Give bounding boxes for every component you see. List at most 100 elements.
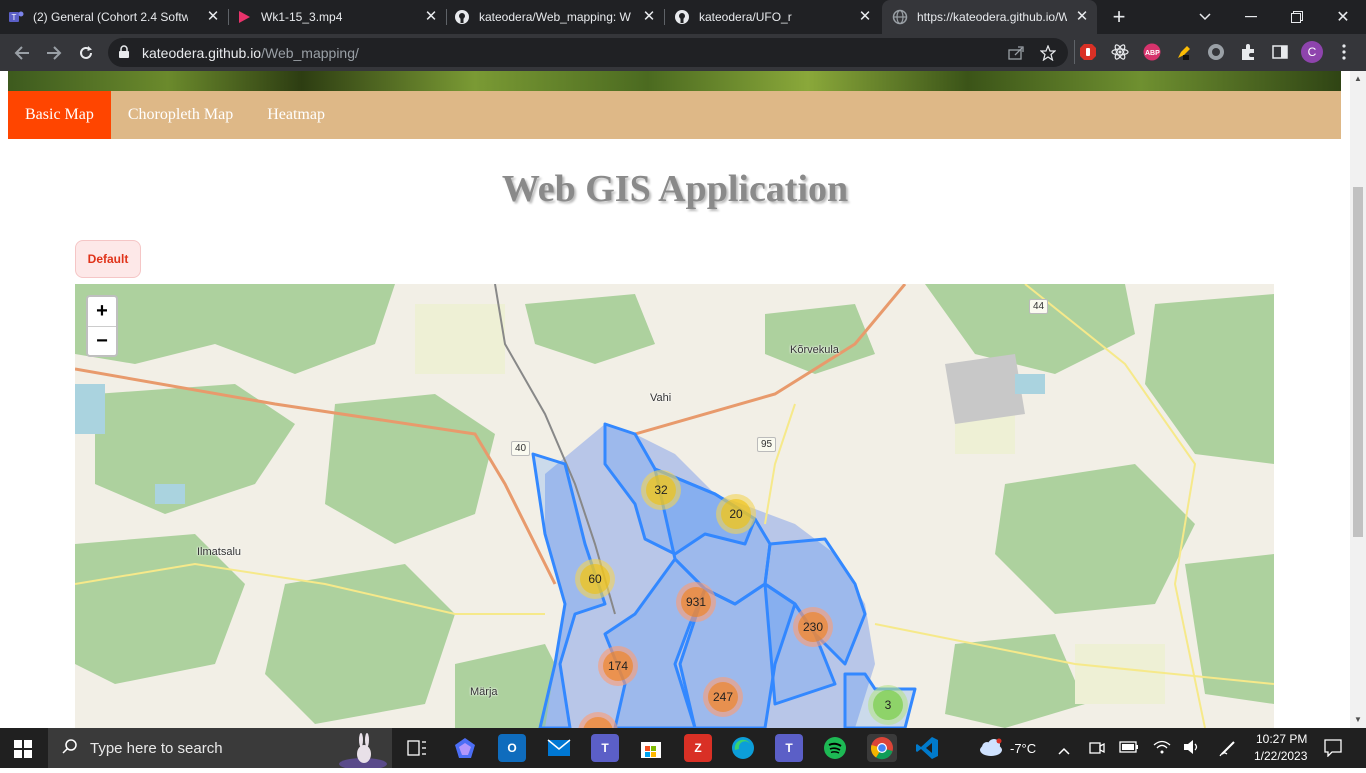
wifi-icon[interactable] bbox=[1152, 739, 1172, 760]
place-label-ilmatsalu: Ilmatsalu bbox=[197, 546, 242, 558]
clock-time[interactable]: 10:27 PM bbox=[1256, 732, 1307, 746]
tab-teams-general[interactable]: T (2) General (Cohort 2.4 Softw ✕ bbox=[8, 0, 228, 34]
forward-arrow-icon[interactable] bbox=[40, 39, 68, 67]
weather-cloud-icon[interactable] bbox=[977, 738, 1003, 763]
teams-taskbar-icon[interactable]: T bbox=[591, 734, 619, 762]
battery-icon[interactable] bbox=[1119, 740, 1139, 759]
tab-divider bbox=[446, 9, 447, 25]
tab-github-ufo[interactable]: kateodera/UFO_r ✕ bbox=[674, 0, 880, 34]
tray-overflow-chevron-icon[interactable] bbox=[1058, 742, 1070, 760]
taskbar-search[interactable]: Type here to search bbox=[48, 728, 392, 770]
cluster-count: 931 bbox=[681, 587, 711, 617]
notifications-icon[interactable] bbox=[1324, 739, 1342, 762]
teams-icon: T bbox=[8, 9, 24, 25]
marker-cluster[interactable]: 247 bbox=[703, 677, 743, 717]
chrome-icon[interactable] bbox=[867, 734, 897, 762]
mail-icon[interactable] bbox=[545, 734, 573, 762]
scroll-down-icon[interactable]: ▼ bbox=[1354, 715, 1362, 724]
tab-close-icon[interactable]: ✕ bbox=[1073, 8, 1091, 26]
tab-close-icon[interactable]: ✕ bbox=[204, 8, 222, 26]
github-icon bbox=[454, 9, 470, 25]
nav-heatmap[interactable]: Heatmap bbox=[250, 91, 342, 139]
top-nav: Basic Map Choropleth Map Heatmap bbox=[8, 91, 1341, 139]
marker-cluster[interactable]: 20 bbox=[716, 494, 756, 534]
zoom-out-button[interactable]: − bbox=[88, 326, 116, 355]
tab-divider bbox=[228, 9, 229, 25]
windows-taskbar: Type here to search O T Z T -7°C 10:27 P… bbox=[0, 728, 1366, 770]
tab-active-kateodera-site[interactable]: https://kateodera.github.io/W ✕ bbox=[882, 0, 1097, 34]
default-button[interactable]: Default bbox=[75, 240, 141, 278]
kebab-menu-icon[interactable] bbox=[1334, 42, 1354, 62]
minimize-icon[interactable] bbox=[1238, 4, 1264, 30]
back-arrow-icon[interactable] bbox=[8, 39, 36, 67]
tab-video[interactable]: Wk1-15_3.mp4 ✕ bbox=[236, 0, 446, 34]
react-devtools-icon[interactable] bbox=[1110, 42, 1130, 62]
zotero-icon[interactable]: Z bbox=[684, 734, 712, 762]
cluster-count: 247 bbox=[708, 682, 738, 712]
tab-close-icon[interactable]: ✕ bbox=[640, 8, 658, 26]
tab-title: (2) General (Cohort 2.4 Softw bbox=[33, 10, 188, 24]
extensions-puzzle-icon[interactable] bbox=[1238, 42, 1258, 62]
lock-icon[interactable] bbox=[118, 45, 130, 64]
share-icon[interactable] bbox=[1006, 43, 1026, 63]
side-panel-icon[interactable] bbox=[1270, 42, 1290, 62]
marker-cluster[interactable]: 32 bbox=[641, 470, 681, 510]
new-tab-button[interactable]: + bbox=[1106, 4, 1132, 30]
stop-hand-extension-icon[interactable] bbox=[1078, 42, 1098, 62]
vscode-icon[interactable] bbox=[913, 734, 941, 762]
marker-cluster[interactable]: 60 bbox=[575, 559, 615, 599]
scrollbar-thumb[interactable] bbox=[1353, 187, 1363, 537]
task-view-icon[interactable] bbox=[403, 734, 431, 762]
marker-cluster[interactable]: 174 bbox=[598, 646, 638, 686]
spotify-icon[interactable] bbox=[821, 734, 849, 762]
windows-start-icon[interactable] bbox=[14, 740, 32, 763]
place-label-vahi: Vahi bbox=[650, 392, 672, 404]
nav-basic-map[interactable]: Basic Map bbox=[8, 91, 111, 139]
url-text[interactable]: kateodera.github.io/Web_mapping/ bbox=[142, 45, 359, 61]
microsoft-store-icon[interactable] bbox=[637, 734, 665, 762]
pen-ink-icon[interactable] bbox=[1219, 739, 1237, 762]
volume-icon[interactable] bbox=[1182, 739, 1202, 760]
page-scrollbar[interactable]: ▲ ▼ bbox=[1350, 71, 1366, 728]
close-window-icon[interactable]: ✕ bbox=[1330, 4, 1356, 30]
github-icon bbox=[674, 9, 690, 25]
search-highlight-rabbit-icon bbox=[338, 732, 388, 773]
globe-icon bbox=[892, 9, 908, 25]
tab-github-web-mapping[interactable]: kateodera/Web_mapping: W ✕ bbox=[454, 0, 664, 34]
tab-close-icon[interactable]: ✕ bbox=[422, 8, 440, 26]
marker-cluster[interactable]: 230 bbox=[793, 607, 833, 647]
tab-title: kateodera/UFO_r bbox=[699, 10, 792, 24]
tab-close-icon[interactable]: ✕ bbox=[856, 8, 874, 26]
clock-date[interactable]: 1/22/2023 bbox=[1254, 749, 1307, 763]
nav-choropleth-map[interactable]: Choropleth Map bbox=[111, 91, 250, 139]
cluster-count: 60 bbox=[580, 564, 610, 594]
adblock-plus-icon[interactable]: ABP bbox=[1142, 42, 1162, 62]
marker-cluster[interactable]: 931 bbox=[676, 582, 716, 622]
header-banner-image bbox=[8, 71, 1341, 91]
cluster-count: 20 bbox=[721, 499, 751, 529]
highlighter-extension-icon[interactable] bbox=[1174, 42, 1194, 62]
tab-search-chevron-icon[interactable] bbox=[1192, 4, 1218, 30]
meet-now-icon[interactable] bbox=[1088, 739, 1106, 762]
svg-text:ABP: ABP bbox=[1145, 50, 1160, 57]
edge-browser-icon[interactable] bbox=[729, 734, 757, 762]
outlook-icon[interactable]: O bbox=[498, 734, 526, 762]
restore-icon[interactable] bbox=[1284, 4, 1310, 30]
video-play-icon bbox=[236, 9, 252, 25]
bookmark-star-icon[interactable] bbox=[1038, 43, 1058, 63]
teams-work-icon[interactable]: T bbox=[775, 734, 803, 762]
cluster-count: 3 bbox=[873, 690, 903, 720]
profile-avatar[interactable]: C bbox=[1301, 41, 1323, 63]
leaflet-map[interactable]: Kõrvekula Vahi Ilmatsalu Märja 44 40 95 … bbox=[75, 284, 1274, 728]
zoom-in-button[interactable]: + bbox=[88, 297, 116, 326]
toolbar-divider bbox=[1074, 40, 1075, 64]
vpn-extension-icon[interactable] bbox=[1206, 42, 1226, 62]
reload-icon[interactable] bbox=[72, 39, 100, 67]
url-host: kateodera.github.io bbox=[142, 45, 262, 61]
address-bar[interactable]: kateodera.github.io/Web_mapping/ bbox=[108, 38, 1068, 67]
marker-cluster[interactable]: 3 bbox=[868, 685, 908, 725]
weather-temp[interactable]: -7°C bbox=[1010, 741, 1036, 756]
road-shield-95: 95 bbox=[757, 437, 777, 452]
copilot-app-icon[interactable] bbox=[451, 734, 479, 762]
scroll-up-icon[interactable]: ▲ bbox=[1354, 74, 1362, 83]
